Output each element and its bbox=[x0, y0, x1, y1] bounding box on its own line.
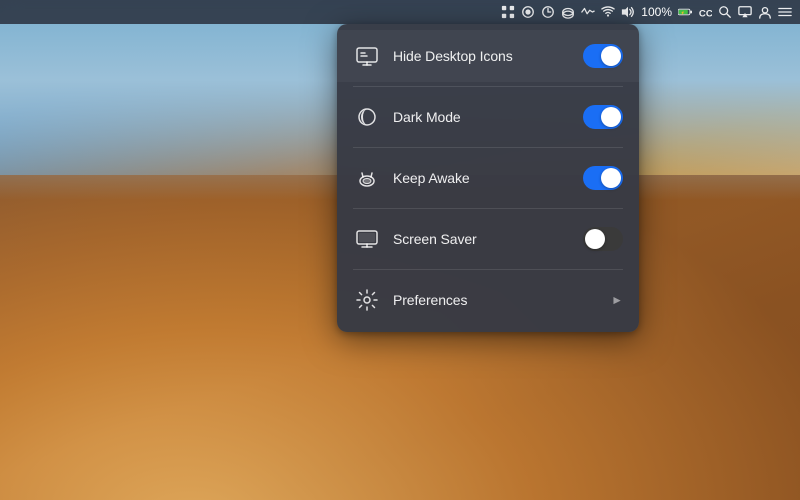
menu-item-hide-desktop-icons[interactable]: Hide Desktop Icons bbox=[337, 30, 639, 82]
menubar-icons: 100% ⚡ CC bbox=[501, 5, 792, 19]
screen-record-icon[interactable] bbox=[521, 5, 535, 19]
battery-icon[interactable]: ⚡ bbox=[678, 5, 692, 19]
disk-icon[interactable] bbox=[561, 5, 575, 19]
toggle-knob bbox=[585, 229, 605, 249]
volume-icon[interactable] bbox=[621, 5, 635, 19]
menu-item-dark-mode[interactable]: Dark Mode bbox=[337, 91, 639, 143]
keep-awake-toggle[interactable] bbox=[583, 166, 623, 190]
hide-desktop-icons-toggle[interactable] bbox=[583, 44, 623, 68]
menu-item-screen-saver[interactable]: Screen Saver bbox=[337, 213, 639, 265]
screen-saver-toggle[interactable] bbox=[583, 227, 623, 251]
divider-2 bbox=[353, 147, 623, 148]
battery-percent: 100% bbox=[641, 5, 672, 19]
svg-text:⚡: ⚡ bbox=[681, 10, 685, 15]
activity-icon[interactable] bbox=[581, 5, 595, 19]
menu-item-keep-awake[interactable]: Keep Awake bbox=[337, 152, 639, 204]
dropdown-menu: Hide Desktop Icons Dark Mode bbox=[337, 24, 639, 332]
menu-extras-icon[interactable] bbox=[778, 5, 792, 19]
preferences-label: Preferences bbox=[393, 292, 607, 308]
dark-mode-icon bbox=[353, 103, 381, 131]
preferences-icon bbox=[353, 286, 381, 314]
toggle-knob bbox=[601, 107, 621, 127]
timer-icon[interactable] bbox=[541, 5, 555, 19]
divider-3 bbox=[353, 208, 623, 209]
keep-awake-label: Keep Awake bbox=[393, 170, 583, 186]
keep-awake-icon bbox=[353, 164, 381, 192]
wifi-icon[interactable] bbox=[601, 5, 615, 19]
menubar: 100% ⚡ CC bbox=[0, 0, 800, 24]
creative-cloud-icon[interactable]: CC bbox=[698, 5, 712, 19]
desktop-hide-icon bbox=[353, 42, 381, 70]
toggle-knob bbox=[601, 168, 621, 188]
search-icon[interactable] bbox=[718, 5, 732, 19]
svg-text:CC: CC bbox=[699, 8, 712, 19]
submenu-chevron-icon: ► bbox=[611, 293, 623, 307]
airplay-icon[interactable] bbox=[738, 5, 752, 19]
app-switcher-icon[interactable] bbox=[501, 5, 515, 19]
menu-item-preferences[interactable]: Preferences ► bbox=[337, 274, 639, 326]
divider-1 bbox=[353, 86, 623, 87]
hide-desktop-icons-label: Hide Desktop Icons bbox=[393, 48, 583, 64]
user-icon[interactable] bbox=[758, 5, 772, 19]
toggle-knob bbox=[601, 46, 621, 66]
screen-saver-label: Screen Saver bbox=[393, 231, 583, 247]
divider-4 bbox=[353, 269, 623, 270]
screen-saver-icon bbox=[353, 225, 381, 253]
dark-mode-toggle[interactable] bbox=[583, 105, 623, 129]
dark-mode-label: Dark Mode bbox=[393, 109, 583, 125]
